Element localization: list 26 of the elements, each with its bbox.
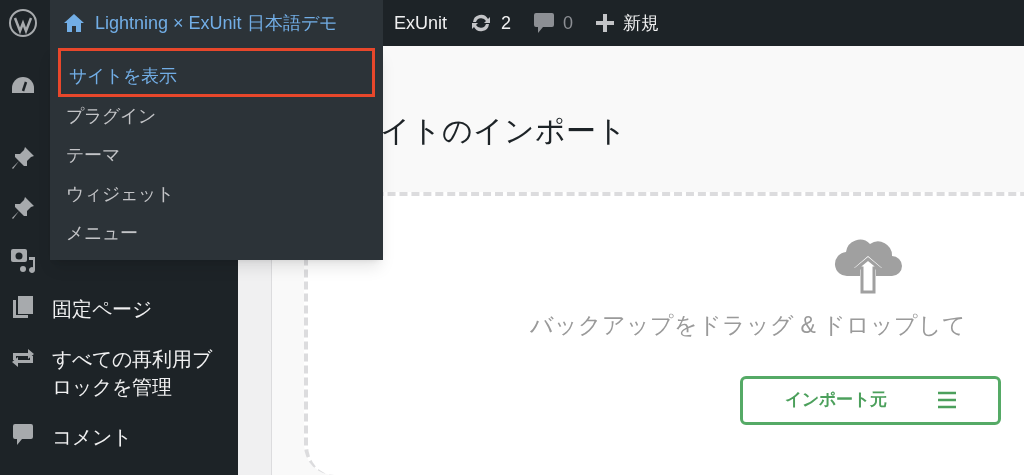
pages-icon xyxy=(12,295,34,319)
speech-bubble-icon xyxy=(533,11,556,35)
menu-item[interactable]: プラグイン xyxy=(58,97,375,136)
sidebar-menu-item[interactable]: すべての再利用ブロックを管理 xyxy=(52,345,217,401)
wordpress-logo-icon[interactable] xyxy=(8,8,38,38)
page-title: イトのインポート xyxy=(379,113,628,149)
new-content-link[interactable]: 新規 xyxy=(584,0,671,46)
speech-bubble-icon xyxy=(12,423,34,447)
pushpin-icon xyxy=(11,196,35,220)
camera-music-icon xyxy=(10,246,36,274)
menu-item[interactable]: サイトを表示 xyxy=(58,48,375,97)
refresh-icon xyxy=(469,12,493,34)
cloud-upload-icon xyxy=(832,238,904,294)
home-icon xyxy=(63,13,85,33)
menu-item[interactable]: テーマ xyxy=(58,136,375,175)
pushpin-icon xyxy=(11,146,35,170)
toolbar-link[interactable]: ExUnit xyxy=(383,0,458,46)
sidebar-menu-item[interactable]: コメント xyxy=(52,423,217,451)
site-name-link[interactable]: Lightning × ExUnit 日本語デモ xyxy=(50,0,383,46)
plus-icon xyxy=(595,13,616,33)
menu-icon xyxy=(936,391,957,409)
gauge-icon xyxy=(11,76,35,96)
updates-link[interactable]: 2 xyxy=(458,0,523,46)
sidebar-menu-item[interactable]: 固定ページ xyxy=(52,295,217,323)
repeat-icon xyxy=(11,347,35,369)
drop-zone-text: バックアップをドラッグ & ドロップして xyxy=(529,311,968,340)
